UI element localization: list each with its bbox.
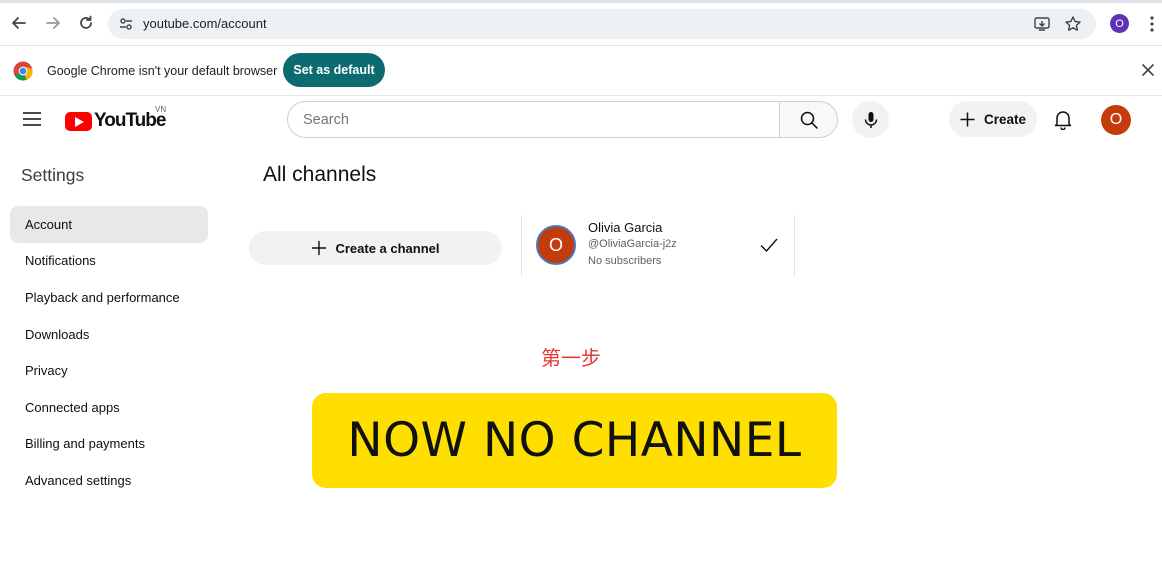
arrow-left-icon: [12, 17, 26, 29]
create-channel-button[interactable]: Create a channel: [249, 231, 502, 265]
close-icon[interactable]: [1141, 63, 1155, 77]
install-app-icon[interactable]: [1033, 15, 1051, 33]
youtube-header: YouTube VN Search Create O: [0, 97, 1162, 145]
voice-search-button[interactable]: [852, 101, 889, 138]
sidebar-item-billing[interactable]: Billing and payments: [10, 426, 208, 463]
search-input[interactable]: Search: [287, 101, 780, 138]
sidebar-item-downloads[interactable]: Downloads: [10, 316, 208, 353]
annotation-banner: NOW NO CHANNEL: [312, 393, 837, 488]
settings-sidebar: Account Notifications Playback and perfo…: [10, 206, 208, 499]
step-label: 第一步: [541, 346, 601, 370]
browser-toolbar: youtube.com/account O: [0, 0, 1162, 46]
create-label: Create: [984, 111, 1027, 127]
channel-name[interactable]: Olivia Garcia: [588, 220, 662, 235]
forward-button[interactable]: [42, 12, 64, 34]
settings-title: Settings: [21, 165, 85, 185]
sidebar-item-notifications[interactable]: Notifications: [10, 243, 208, 280]
account-avatar[interactable]: O: [1101, 105, 1131, 135]
plus-icon: [960, 112, 975, 126]
site-settings-icon[interactable]: [118, 16, 134, 32]
plus-icon: [312, 241, 327, 255]
divider: [794, 215, 795, 277]
bookmark-star-icon[interactable]: [1064, 15, 1082, 33]
screen: youtube.com/account O Google Chrome isn'…: [0, 0, 1162, 579]
country-code: VN: [155, 105, 167, 114]
notifications-bell-icon[interactable]: [1052, 108, 1074, 130]
youtube-logo[interactable]: YouTube VN: [65, 105, 166, 132]
checkmark-icon: [760, 238, 778, 253]
youtube-play-icon: [65, 111, 92, 131]
channel-handle: @OliviaGarcia-j2z: [588, 238, 677, 250]
arrow-right-icon: [46, 17, 60, 29]
page-title: All channels: [263, 163, 377, 186]
reload-button[interactable]: [75, 12, 97, 34]
menu-icon[interactable]: [22, 111, 42, 127]
search-icon: [800, 111, 818, 129]
default-browser-infobar: Google Chrome isn't your default browser…: [0, 46, 1162, 96]
browser-menu-icon[interactable]: [1145, 14, 1159, 34]
search-placeholder: Search: [303, 112, 349, 128]
search-button[interactable]: [779, 101, 838, 138]
channel-avatar[interactable]: O: [536, 225, 576, 265]
sidebar-item-account[interactable]: Account: [10, 206, 208, 243]
reload-icon: [80, 15, 92, 29]
set-as-default-button[interactable]: Set as default: [283, 53, 385, 87]
tab-strip-edge: [0, 0, 1162, 3]
microphone-icon: [864, 111, 877, 128]
browser-profile-avatar[interactable]: O: [1110, 14, 1129, 33]
address-bar[interactable]: youtube.com/account: [108, 9, 1096, 39]
sidebar-item-advanced[interactable]: Advanced settings: [10, 462, 208, 499]
chrome-logo-icon: [13, 61, 33, 81]
sidebar-item-privacy[interactable]: Privacy: [10, 352, 208, 389]
divider: [521, 215, 522, 277]
banner-text: NOW NO CHANNEL: [347, 413, 802, 468]
sidebar-item-connected-apps[interactable]: Connected apps: [10, 389, 208, 426]
sidebar-item-playback[interactable]: Playback and performance: [10, 279, 208, 316]
back-button[interactable]: [8, 12, 30, 34]
create-channel-label: Create a channel: [335, 240, 440, 256]
create-button[interactable]: Create: [949, 101, 1037, 137]
url-text[interactable]: youtube.com/account: [143, 16, 267, 31]
infobar-message: Google Chrome isn't your default browser: [47, 64, 278, 78]
channel-subscribers: No subscribers: [588, 255, 662, 267]
